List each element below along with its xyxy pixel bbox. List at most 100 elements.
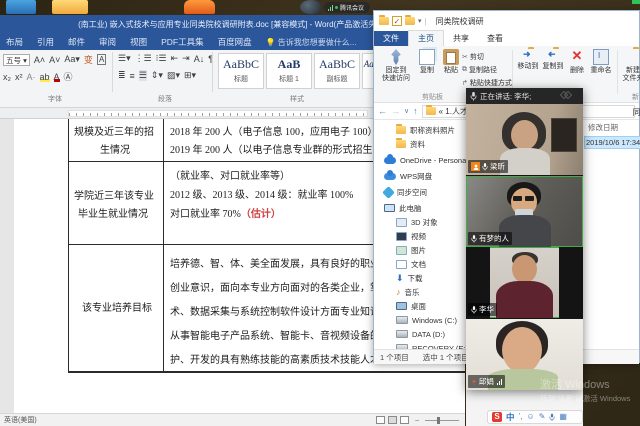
keyboard-grid-icon[interactable]: ▦: [559, 412, 567, 422]
glasses: [513, 196, 522, 201]
quick-access-check-icon[interactable]: ✓: [392, 16, 402, 26]
increase-indent-icon[interactable]: ⇥: [182, 53, 190, 64]
style-subtitle[interactable]: AaBbC 副标题: [314, 53, 360, 89]
handwriting-icon[interactable]: ✎: [539, 412, 546, 422]
explorer-tab-home[interactable]: 主页: [408, 30, 444, 46]
sidebar-item-pictures[interactable]: 图片: [396, 244, 426, 256]
character-border-icon[interactable]: A: [97, 54, 106, 65]
font-color-icon[interactable]: A: [54, 72, 60, 82]
sidebar-item-wps-drive[interactable]: WPS网盘: [384, 170, 432, 182]
sidebar-item-3d-objects[interactable]: 3D 对象: [396, 216, 438, 228]
bullets-icon[interactable]: ☰▾: [118, 53, 131, 64]
read-mode-icon[interactable]: [376, 416, 385, 424]
word-tab-layout[interactable]: 布局: [6, 36, 23, 48]
quick-access-dropdown-icon[interactable]: ▾: [418, 17, 422, 25]
print-layout-icon[interactable]: [388, 416, 397, 424]
desktop-icon-globe[interactable]: [300, 0, 322, 14]
explorer-sidebar[interactable]: 职称资料照片 资料 OneDrive - Personal WPS网盘 同步空间…: [374, 120, 468, 349]
punctuation-icon[interactable]: ’,: [519, 412, 523, 422]
sidebar-item-downloads[interactable]: ⬇下载: [396, 272, 423, 284]
speaking-indicator-bar[interactable]: 正在讲话: 李华;: [466, 88, 583, 104]
word-tab-review[interactable]: 审阅: [99, 36, 116, 48]
zoom-slider-handle[interactable]: [437, 417, 440, 424]
move-to-button[interactable]: ➜ 移动到: [515, 49, 541, 71]
sidebar-item-documents[interactable]: 文档: [396, 258, 426, 270]
language-status[interactable]: 英语(美国): [4, 415, 37, 425]
align-center-icon[interactable]: ≡: [130, 71, 135, 81]
align-justify-icon[interactable]: ☰: [139, 70, 147, 81]
decrease-indent-icon[interactable]: ⇤: [171, 53, 179, 64]
video-tile-liangxin[interactable]: 梁昕: [466, 104, 583, 175]
new-folder-button[interactable]: 新建文件夹: [620, 49, 640, 83]
sidebar-item-desktop[interactable]: 桌面: [396, 300, 426, 312]
sidebar-item-drive-d[interactable]: DATA (D:): [396, 328, 445, 340]
back-icon[interactable]: ←: [378, 106, 387, 116]
shrink-font-icon[interactable]: A˅: [49, 55, 60, 65]
copy-to-button[interactable]: ➜ 复制到: [540, 49, 566, 71]
superscript-icon[interactable]: x²: [15, 72, 23, 82]
sort-icon[interactable]: A↓: [194, 54, 205, 64]
word-tellme-box[interactable]: 💡 告诉我您想要做什么...: [266, 37, 357, 48]
sogou-logo-icon[interactable]: S: [492, 412, 502, 422]
zoom-out-icon[interactable]: –: [415, 417, 419, 424]
quick-access-folder-icon[interactable]: [405, 17, 415, 25]
word-tab-pdf-tools[interactable]: PDF工具集: [161, 36, 204, 48]
sidebar-item-music[interactable]: ♪音乐: [396, 286, 420, 298]
video-tile-lihua[interactable]: 李华: [466, 247, 583, 318]
enclose-characters-icon[interactable]: Ⓐ: [64, 70, 73, 83]
explorer-tab-share[interactable]: 共享: [444, 31, 478, 46]
delete-button[interactable]: ✕ 删除: [566, 49, 588, 75]
forward-icon[interactable]: →: [391, 106, 400, 116]
text-effects-icon[interactable]: A·: [27, 72, 36, 82]
sidebar-item-sync-space[interactable]: 同步空间: [384, 186, 427, 198]
desktop-icon-flame[interactable]: [184, 0, 215, 14]
desktop-icon-folder[interactable]: [52, 0, 88, 14]
copy-path-button[interactable]: ⧉复制路径: [462, 65, 497, 75]
phonetic-guide-icon[interactable]: 变: [84, 53, 93, 66]
sidebar-item-folder[interactable]: 资料: [396, 138, 425, 150]
voice-input-icon[interactable]: [549, 413, 555, 422]
sidebar-item-drive-e[interactable]: RECOVERY (E:): [396, 342, 468, 349]
line-spacing-icon[interactable]: ⇕▾: [151, 70, 163, 81]
up-icon[interactable]: ↑: [413, 106, 418, 116]
video-tile-youmengderen[interactable]: 有梦的人: [466, 176, 583, 247]
shading-icon[interactable]: ▨▾: [167, 70, 180, 81]
font-size-select[interactable]: 五号 ▾: [3, 54, 30, 66]
change-case-icon[interactable]: Aa▾: [64, 54, 80, 65]
column-header-modified[interactable]: 修改日期: [588, 122, 618, 133]
sidebar-item-drive-c[interactable]: Windows (C:): [396, 314, 457, 326]
word-tab-baidu-netdisk[interactable]: 百度网盘: [218, 36, 252, 48]
paste-shortcut-button[interactable]: ↱粘贴快捷方式: [462, 78, 512, 88]
word-tab-mailings[interactable]: 邮件: [68, 36, 85, 48]
desktop-icon-1[interactable]: [6, 0, 36, 14]
explorer-tab-view[interactable]: 查看: [478, 31, 512, 46]
word-tab-references[interactable]: 引用: [37, 36, 54, 48]
sidebar-item-onedrive[interactable]: OneDrive - Personal: [384, 154, 468, 166]
grow-font-icon[interactable]: A˄: [34, 55, 45, 65]
sogou-input-toolbar[interactable]: S 中 ’, ☺ ✎ ▦: [487, 410, 583, 424]
align-left-icon[interactable]: ≣: [118, 70, 126, 81]
highlight-color-icon[interactable]: ab: [40, 72, 50, 82]
tencent-meeting-pill[interactable]: 腾讯会议: [324, 2, 370, 13]
pin-to-quick-access-button[interactable]: 固定到快速访问: [381, 49, 411, 83]
input-mode-chinese[interactable]: 中: [506, 411, 515, 423]
explorer-tab-file[interactable]: 文件: [374, 31, 408, 46]
word-tab-view[interactable]: 视图: [130, 36, 147, 48]
style-heading[interactable]: AaBbC 标题: [218, 53, 264, 89]
multilevel-list-icon[interactable]: ⁝☰: [156, 53, 167, 64]
zoom-slider[interactable]: [425, 420, 459, 421]
table-border: [163, 119, 164, 373]
cut-button[interactable]: ✂剪切: [462, 52, 484, 62]
emoji-icon[interactable]: ☺: [527, 412, 535, 422]
sidebar-item-folder[interactable]: 职称资料照片: [396, 124, 455, 136]
subscript-icon[interactable]: x₂: [3, 72, 11, 82]
rename-button[interactable]: I 重命名: [588, 49, 614, 75]
sidebar-item-videos[interactable]: 视频: [396, 230, 426, 242]
style-heading1[interactable]: AaB 标题 1: [266, 53, 312, 89]
sidebar-item-this-pc[interactable]: 此电脑: [384, 202, 422, 214]
explorer-titlebar[interactable]: ✓ ▾ | 同类院校调研: [374, 11, 639, 31]
numbering-icon[interactable]: ⋮☰: [135, 53, 152, 64]
history-dropdown-icon[interactable]: ∨: [404, 107, 409, 115]
borders-icon[interactable]: ⊞▾: [184, 70, 196, 81]
web-layout-icon[interactable]: [400, 416, 409, 424]
